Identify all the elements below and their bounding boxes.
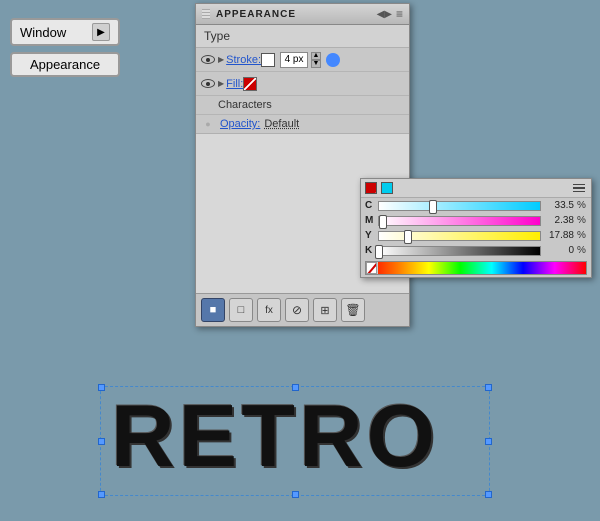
new-layer-button[interactable]: ■ (201, 298, 225, 322)
k-thumb[interactable] (375, 245, 383, 259)
top-buttons: Window ▶ Appearance (10, 18, 120, 77)
stroke-visibility-toggle[interactable] (200, 54, 216, 66)
handle-bottom-middle[interactable] (292, 491, 299, 498)
fx-button[interactable]: fx (257, 298, 281, 322)
retro-selection-box: RETRO (100, 386, 490, 496)
cmyk-k-row: K 0 % (361, 243, 591, 258)
grid-button[interactable]: ⊞ (313, 298, 337, 322)
chevron-right-icon: ▶ (92, 23, 110, 41)
handle-bottom-left[interactable] (98, 491, 105, 498)
color-spectrum[interactable] (365, 261, 587, 275)
rectangle-button[interactable]: □ (229, 298, 253, 322)
panel-titlebar: APPEARANCE ◀▶ ≡ (196, 4, 409, 25)
c-thumb[interactable] (429, 200, 437, 214)
y-thumb[interactable] (404, 230, 412, 244)
k-label: K (365, 245, 375, 256)
panel-title: APPEARANCE (216, 9, 296, 20)
color-swatch-none[interactable] (365, 182, 377, 194)
panel-drag-handle (202, 9, 210, 19)
y-pct: % (577, 230, 587, 241)
stroke-row: ▶ Stroke: ▲ ▼ (196, 48, 409, 72)
handle-bottom-right[interactable] (485, 491, 492, 498)
stroke-decrement-button[interactable]: ▼ (311, 60, 321, 68)
m-thumb[interactable] (379, 215, 387, 229)
y-slider[interactable] (378, 231, 541, 241)
panel-body: Type ▶ Stroke: ▲ ▼ ▶ (196, 25, 409, 133)
circle-button[interactable]: ⊘ (285, 298, 309, 322)
appearance-label: Appearance (30, 57, 100, 72)
fill-visibility-toggle[interactable] (200, 78, 216, 90)
c-label: C (365, 200, 375, 211)
fill-expand-icon[interactable]: ▶ (218, 79, 224, 88)
window-label: Window (20, 25, 66, 40)
stroke-color-swatch[interactable] (261, 53, 275, 67)
trash-button[interactable]: 🗑 (341, 298, 365, 322)
m-pct: % (577, 215, 587, 226)
appearance-button[interactable]: Appearance (10, 52, 120, 77)
characters-label: Characters (218, 99, 272, 111)
c-slider[interactable] (378, 201, 541, 211)
y-label: Y (365, 230, 375, 241)
m-slider[interactable] (378, 216, 541, 226)
color-swatch-cyan[interactable] (381, 182, 393, 194)
type-row: Type (196, 25, 409, 48)
spectrum-none-swatch[interactable] (366, 262, 378, 274)
cmyk-y-row: Y 17.88 % (361, 228, 591, 243)
fill-color-swatch[interactable] (243, 77, 257, 91)
stroke-controls: ▲ ▼ (280, 52, 340, 68)
m-value: 2.38 (544, 215, 574, 226)
k-pct: % (577, 245, 587, 256)
stroke-value-input[interactable] (280, 52, 308, 68)
stroke-increment-button[interactable]: ▲ (311, 52, 321, 60)
type-label: Type (204, 29, 230, 43)
stroke-steppers: ▲ ▼ (311, 52, 321, 68)
window-button[interactable]: Window ▶ (10, 18, 120, 46)
stroke-label[interactable]: Stroke: (226, 54, 261, 66)
panel-collapse-icon[interactable]: ◀▶ (377, 9, 392, 20)
k-value: 0 (544, 245, 574, 256)
opacity-label[interactable]: Opacity: (220, 118, 260, 130)
stroke-options-icon[interactable] (326, 53, 340, 67)
color-panel: C 33.5 % M 2.38 % Y 17.88 % K 0 (360, 178, 592, 278)
stroke-expand-icon[interactable]: ▶ (218, 55, 224, 64)
k-slider[interactable] (378, 246, 541, 256)
fill-label[interactable]: Fill: (226, 78, 243, 90)
opacity-row: ● Opacity: Default (196, 115, 409, 133)
panel-footer: ■ □ fx ⊘ ⊞ 🗑 (196, 293, 409, 326)
cmyk-m-row: M 2.38 % (361, 213, 591, 228)
fill-row: ▶ Fill: (196, 72, 409, 96)
cmyk-c-row: C 33.5 % (361, 198, 591, 213)
m-label: M (365, 215, 375, 226)
color-panel-header (361, 179, 591, 198)
characters-row: Characters (196, 96, 409, 115)
color-panel-menu-icon[interactable] (571, 180, 587, 196)
y-value: 17.88 (544, 230, 574, 241)
panel-menu-icon[interactable]: ≡ (396, 7, 403, 21)
opacity-visibility-icon: ● (200, 118, 216, 130)
c-pct: % (577, 200, 587, 211)
c-value: 33.5 (544, 200, 574, 211)
appearance-panel: APPEARANCE ◀▶ ≡ Type ▶ Stroke: ▲ ▼ (195, 3, 410, 327)
retro-text[interactable]: RETRO (101, 387, 489, 485)
opacity-value[interactable]: Default (264, 118, 299, 130)
